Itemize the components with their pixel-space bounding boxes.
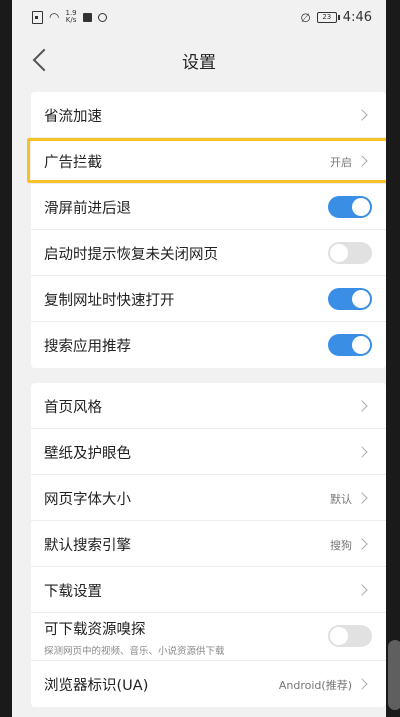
settings-screen: ◠ 1.9 K/s ∅ 23 4:46 设置 省流加速 广告拦截 开启 滑屏前进… xyxy=(12,0,386,717)
setting-row-default-search-engine[interactable]: 默认搜索引擎 搜狗 xyxy=(31,521,386,567)
toggle-knob xyxy=(330,244,348,262)
chevron-right-icon xyxy=(356,538,368,550)
setting-label: 复制网址时快速打开 xyxy=(44,293,175,309)
sim-card-icon xyxy=(32,10,43,24)
toggle-switch-on[interactable] xyxy=(328,334,372,356)
setting-label: 可下载资源嗅探 xyxy=(44,622,146,638)
notification-search-icon xyxy=(97,12,107,22)
network-speed-unit: K/s xyxy=(65,16,77,24)
status-bar: ◠ 1.9 K/s ∅ 23 4:46 xyxy=(12,0,386,36)
setting-label: 滑屏前进后退 xyxy=(44,201,131,217)
chevron-right-icon xyxy=(356,492,368,504)
chevron-right-icon xyxy=(356,109,368,121)
setting-row-swipe-navigation: 滑屏前进后退 xyxy=(31,184,386,230)
setting-label: 网页字体大小 xyxy=(44,492,131,508)
setting-row-search-app-recommend: 搜索应用推荐 xyxy=(31,322,386,368)
network-speed: 1.9 K/s xyxy=(65,10,76,24)
setting-row-user-agent[interactable]: 浏览器标识(UA) Android(推荐) xyxy=(31,661,386,707)
setting-label: 默认搜索引擎 xyxy=(44,538,131,554)
setting-label: 浏览器标识(UA) xyxy=(44,678,149,694)
setting-row-homepage-style[interactable]: 首页风格 xyxy=(31,383,386,429)
setting-row-font-size[interactable]: 网页字体大小 默认 xyxy=(31,475,386,521)
setting-label: 首页风格 xyxy=(44,400,102,416)
toggle-switch-on[interactable] xyxy=(328,288,372,310)
chevron-right-icon xyxy=(356,446,368,458)
toggle-switch-off[interactable] xyxy=(328,625,372,647)
setting-description: 探测网页中的视频、音乐、小说资源供下载 xyxy=(44,646,225,657)
toggle-knob xyxy=(330,627,348,645)
chevron-right-icon xyxy=(356,400,368,412)
setting-value: 开启 xyxy=(330,156,352,169)
setting-label: 广告拦截 xyxy=(44,155,102,171)
wifi-icon: ◠ xyxy=(49,10,60,24)
notification-square-icon xyxy=(82,12,92,22)
setting-value: Android(推荐) xyxy=(278,679,352,692)
setting-label: 壁纸及护眼色 xyxy=(44,446,131,462)
chevron-right-icon xyxy=(356,155,368,167)
status-time: 4:46 xyxy=(342,10,372,25)
setting-value: 搜狗 xyxy=(330,539,352,552)
page-header: 设置 xyxy=(12,36,386,84)
setting-label: 搜索应用推荐 xyxy=(44,339,131,355)
toggle-knob xyxy=(352,290,370,308)
page-title: 设置 xyxy=(182,53,216,73)
setting-row-ad-block[interactable]: 广告拦截 开启 xyxy=(27,138,386,184)
toggle-switch-off[interactable] xyxy=(328,242,372,264)
edge-gesture-handle[interactable] xyxy=(388,640,400,710)
setting-row-quick-open-copied-url: 复制网址时快速打开 xyxy=(31,276,386,322)
toggle-knob xyxy=(352,198,370,216)
settings-group-2: 首页风格 壁纸及护眼色 网页字体大小 默认 默认搜索引擎 搜狗 下载设置 可下载… xyxy=(31,383,386,707)
mute-bell-icon: ∅ xyxy=(300,10,311,25)
setting-label: 省流加速 xyxy=(44,109,102,125)
setting-row-restore-tabs-prompt: 启动时提示恢复未关闭网页 xyxy=(31,230,386,276)
chevron-right-icon xyxy=(356,678,368,690)
setting-row-resource-sniffing: 可下载资源嗅探 探测网页中的视频、音乐、小说资源供下载 xyxy=(31,613,386,661)
setting-row-wallpaper-eye-care[interactable]: 壁纸及护眼色 xyxy=(31,429,386,475)
chevron-right-icon xyxy=(356,584,368,596)
setting-row-download-settings[interactable]: 下载设置 xyxy=(31,567,386,613)
setting-value: 默认 xyxy=(330,493,352,506)
battery-icon: 23 xyxy=(316,12,340,23)
toggle-switch-on[interactable] xyxy=(328,196,372,218)
toggle-knob xyxy=(352,336,370,354)
setting-row-traffic-saving[interactable]: 省流加速 xyxy=(31,92,386,138)
setting-label: 启动时提示恢复未关闭网页 xyxy=(44,247,218,263)
settings-group-1: 省流加速 广告拦截 开启 滑屏前进后退 启动时提示恢复未关闭网页 复制网址时快速… xyxy=(27,92,386,368)
setting-label: 下载设置 xyxy=(44,584,102,600)
